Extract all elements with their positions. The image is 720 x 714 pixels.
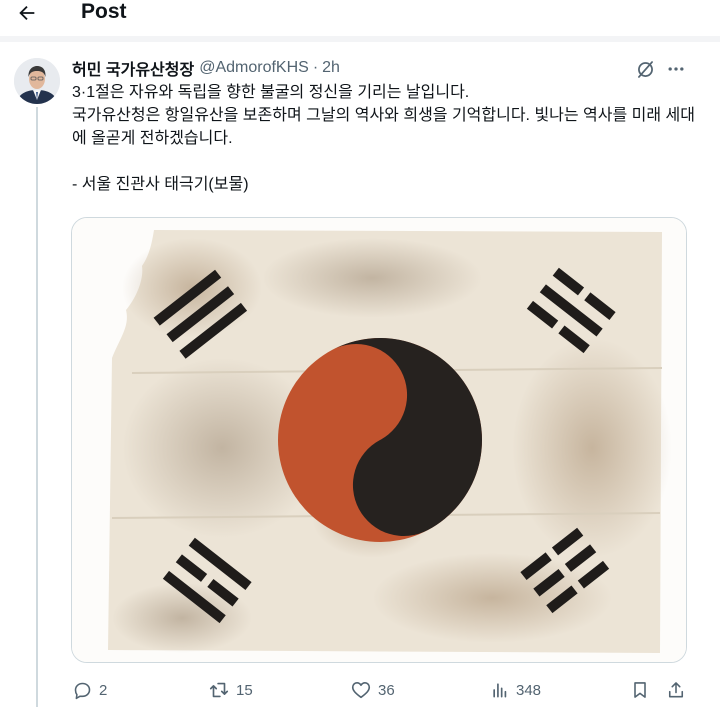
author-photo [14, 58, 60, 104]
post-card[interactable]: 허민 국가유산청장 @AdmorofKHS · 2h 3·1절은 자유와 독립을… [0, 42, 720, 714]
more-dots-icon [668, 67, 684, 71]
post-text-line-1: 3·1절은 자유와 독립을 향한 불굴의 정신을 기리는 날입니다. [72, 84, 470, 101]
avatar[interactable] [14, 58, 60, 104]
repost-count: 15 [236, 681, 253, 699]
heart-icon [351, 682, 371, 699]
views-button[interactable]: 348 [490, 678, 541, 702]
action-bar: 2 15 36 348 [66, 678, 696, 702]
reply-icon [74, 682, 91, 699]
post-text-line-2: 국가유산청은 항일유산을 보존하며 그날의 역사와 희생을 기억합니다. 빛나는… [72, 107, 695, 147]
header-separator: · [312, 59, 319, 76]
grok-button[interactable] [633, 57, 657, 81]
post-text-line-3: - 서울 진관사 태극기(보물) [72, 176, 249, 193]
author-handle[interactable]: @AdmorofKHS [199, 59, 309, 77]
post-header: 허민 국가유산청장 @AdmorofKHS · 2h [72, 57, 340, 79]
views-chart-icon [493, 683, 507, 698]
more-options-button[interactable] [664, 57, 688, 81]
repost-button[interactable]: 15 [208, 678, 253, 702]
share-button[interactable] [666, 678, 686, 702]
repost-icon [209, 682, 229, 698]
reply-button[interactable]: 2 [72, 678, 107, 702]
reply-count: 2 [99, 681, 108, 699]
bookmark-icon [634, 682, 646, 698]
taegeukgi-flag-image [72, 218, 686, 662]
thread-line [36, 107, 38, 707]
back-button[interactable] [12, 0, 42, 26]
post-image[interactable] [71, 217, 687, 663]
bookmark-button[interactable] [630, 678, 650, 702]
top-header: Post [0, 0, 720, 36]
author-name[interactable]: 허민 국가유산청장 [72, 56, 194, 80]
grok-icon [637, 60, 653, 78]
like-count: 36 [378, 681, 395, 699]
post-time[interactable]: 2h [322, 59, 340, 77]
arrow-left-icon [19, 5, 35, 21]
like-button[interactable]: 36 [350, 678, 395, 702]
page-title: Post [81, 0, 127, 23]
share-icon [668, 682, 684, 698]
view-count: 348 [516, 681, 542, 699]
post-text: 3·1절은 자유와 독립을 향한 불굴의 정신을 기리는 날입니다. 국가유산청… [72, 81, 697, 196]
